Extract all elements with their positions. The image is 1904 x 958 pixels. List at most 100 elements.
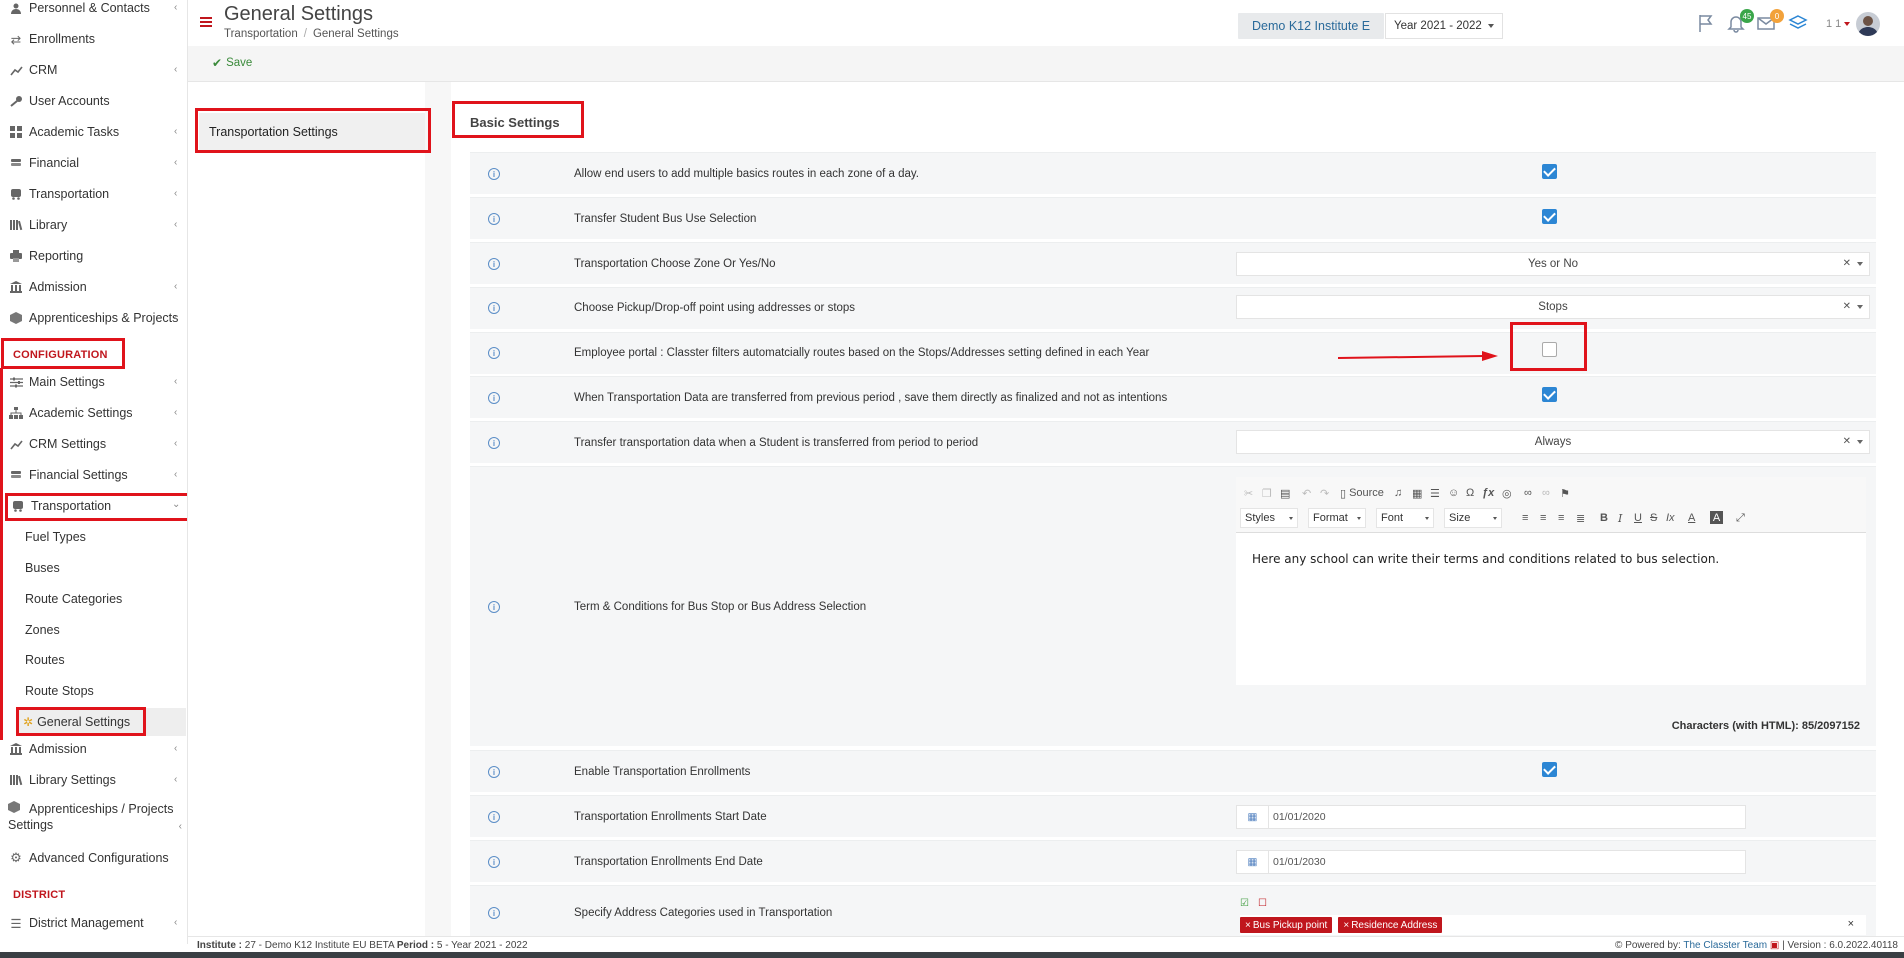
- sidebar-item-reporting[interactable]: Reporting: [0, 242, 187, 270]
- clear-icon[interactable]: ✕: [1843, 258, 1851, 269]
- sidebar-item-financial-settings[interactable]: Financial Settings ‹: [0, 461, 187, 489]
- sidebar-item-user-accounts[interactable]: User Accounts: [0, 87, 187, 115]
- align-right-icon[interactable]: ≡: [1558, 509, 1564, 527]
- checkbox-multiple-routes[interactable]: [1542, 164, 1557, 179]
- size-combo[interactable]: Size: [1444, 508, 1502, 528]
- bell-icon[interactable]: 45: [1726, 9, 1754, 35]
- address-categories-multiselect[interactable]: × Bus Pickup point × Residence Address ×: [1240, 915, 1866, 935]
- remove-format-icon[interactable]: Ix: [1666, 509, 1675, 527]
- sidebar-item-financial[interactable]: Financial ‹: [0, 149, 187, 177]
- undo-icon[interactable]: ↶: [1302, 484, 1311, 502]
- calendar-icon[interactable]: ▦: [1237, 806, 1269, 828]
- sidebar-item-transportation-settings[interactable]: Transportation ⌄: [0, 492, 187, 520]
- info-icon[interactable]: i: [488, 856, 500, 868]
- user-menu[interactable]: 1 1: [1826, 18, 1851, 30]
- sidebar-item-admission-settings[interactable]: Admission ‹: [0, 735, 187, 763]
- enrollments-end-date[interactable]: ▦ 01/01/2030: [1236, 850, 1746, 874]
- footer-powered-link[interactable]: The Classter Team: [1683, 940, 1767, 951]
- background-color-icon[interactable]: A: [1710, 511, 1723, 524]
- save-button[interactable]: ✔ Save: [212, 56, 252, 70]
- globe-icon[interactable]: ◎: [1502, 484, 1512, 502]
- info-icon[interactable]: i: [488, 347, 500, 359]
- info-icon[interactable]: i: [488, 601, 500, 613]
- format-combo[interactable]: Format: [1308, 508, 1366, 528]
- select-all-icon[interactable]: ☑: [1240, 898, 1249, 909]
- table-icon[interactable]: ▦: [1412, 484, 1422, 502]
- clear-icon[interactable]: ✕: [1843, 301, 1851, 312]
- sidebar-item-crm[interactable]: CRM ‹: [0, 56, 187, 84]
- strikethrough-icon[interactable]: S: [1650, 509, 1657, 527]
- formula-icon[interactable]: ƒx: [1482, 484, 1494, 502]
- sidebar-item-main-settings[interactable]: Main Settings ‹: [0, 368, 187, 396]
- unlink-icon[interactable]: ∞: [1542, 484, 1550, 502]
- maximize-icon[interactable]: ⤢: [1736, 509, 1745, 527]
- tag-bus-pickup-point[interactable]: × Bus Pickup point: [1240, 917, 1333, 933]
- sidebar-item-academic-settings[interactable]: Academic Settings ‹: [0, 399, 187, 427]
- text-color-icon[interactable]: A: [1688, 509, 1695, 527]
- bold-icon[interactable]: B: [1600, 509, 1608, 527]
- smiley-icon[interactable]: ☺: [1448, 484, 1459, 502]
- info-icon[interactable]: i: [488, 258, 500, 270]
- info-icon[interactable]: i: [488, 907, 500, 919]
- sidebar-item-apprenticeships-settings[interactable]: Apprenticeships / Projects Settings ‹: [0, 801, 187, 837]
- checkbox-save-as-finalized[interactable]: [1542, 387, 1557, 402]
- checkbox-enable-enrollments[interactable]: [1542, 762, 1557, 777]
- sidebar-item-personnel[interactable]: Personnel & Contacts ‹: [0, 0, 187, 22]
- styles-combo[interactable]: Styles: [1240, 508, 1298, 528]
- sidebar-item-advanced-configurations[interactable]: ⚙ Advanced Configurations: [0, 844, 187, 872]
- info-icon[interactable]: i: [488, 392, 500, 404]
- copy-icon[interactable]: ❐: [1262, 484, 1272, 502]
- checkbox-transfer-bus-use[interactable]: [1542, 209, 1557, 224]
- institute-button[interactable]: Demo K12 Institute E: [1238, 13, 1385, 39]
- zone-or-yes-no-select[interactable]: Yes or No ✕: [1236, 252, 1870, 276]
- sidebar-sub-fuel-types[interactable]: Fuel Types: [0, 523, 187, 551]
- sidebar-sub-general-settings[interactable]: ✲ General Settings: [18, 708, 186, 736]
- layers-icon[interactable]: [1788, 13, 1810, 35]
- info-icon[interactable]: i: [488, 168, 500, 180]
- enrollments-start-date[interactable]: ▦ 01/01/2020: [1236, 805, 1746, 829]
- sidebar-sub-route-categories[interactable]: Route Categories: [0, 585, 187, 613]
- paste-icon[interactable]: ▤: [1280, 484, 1290, 502]
- breadcrumb-item[interactable]: Transportation: [224, 28, 298, 40]
- calendar-icon[interactable]: ▦: [1237, 851, 1269, 873]
- transfer-data-select[interactable]: Always ✕: [1236, 430, 1870, 454]
- sidebar-item-apprenticeships[interactable]: Apprenticeships & Projects ‹: [0, 304, 187, 332]
- info-icon[interactable]: i: [488, 302, 500, 314]
- sidebar-item-library[interactable]: Library ‹: [0, 211, 187, 239]
- info-icon[interactable]: i: [488, 213, 500, 225]
- info-icon[interactable]: i: [488, 766, 500, 778]
- sidebar-item-library-settings[interactable]: Library Settings ‹: [0, 766, 187, 794]
- tab-transportation-settings[interactable]: Transportation Settings: [199, 113, 425, 151]
- sidebar-sub-routes[interactable]: Routes: [0, 646, 187, 674]
- clear-icon[interactable]: ✕: [1843, 436, 1851, 447]
- justify-icon[interactable]: ≣: [1576, 509, 1585, 527]
- align-left-icon[interactable]: ≡: [1522, 509, 1528, 527]
- checkbox-employee-portal-filter[interactable]: [1542, 342, 1557, 357]
- avatar[interactable]: [1856, 12, 1880, 36]
- remove-tag-icon[interactable]: ×: [1245, 920, 1251, 931]
- underline-icon[interactable]: U: [1634, 509, 1642, 527]
- sidebar-sub-buses[interactable]: Buses: [0, 554, 187, 582]
- info-icon[interactable]: i: [488, 811, 500, 823]
- redo-icon[interactable]: ↷: [1320, 484, 1329, 502]
- mail-icon[interactable]: 0: [1756, 9, 1784, 35]
- source-button[interactable]: ▯ Source: [1340, 484, 1384, 502]
- flag-icon[interactable]: [1696, 13, 1718, 35]
- pickup-point-select[interactable]: Stops ✕: [1236, 295, 1870, 319]
- horizontal-line-icon[interactable]: ☰: [1430, 484, 1440, 502]
- omega-icon[interactable]: Ω: [1466, 484, 1474, 502]
- tag-residence-address[interactable]: × Residence Address: [1338, 917, 1443, 933]
- cut-icon[interactable]: ✂: [1244, 484, 1253, 502]
- sidebar-item-enrollments[interactable]: ⇄ Enrollments: [0, 25, 187, 53]
- sidebar-item-transportation[interactable]: Transportation ‹: [0, 180, 187, 208]
- align-center-icon[interactable]: ≡: [1540, 509, 1546, 527]
- sidebar-item-crm-settings[interactable]: CRM Settings ‹: [0, 430, 187, 458]
- link-icon[interactable]: ∞: [1524, 484, 1532, 502]
- italic-icon[interactable]: I: [1618, 509, 1622, 527]
- sidebar-item-academic-tasks[interactable]: Academic Tasks ‹: [0, 118, 187, 146]
- hamburger-icon[interactable]: [200, 17, 212, 27]
- deselect-all-icon[interactable]: ☐: [1258, 898, 1267, 909]
- editor-content[interactable]: Here any school can write their terms an…: [1252, 552, 1719, 566]
- remove-tag-icon[interactable]: ×: [1343, 920, 1349, 931]
- info-icon[interactable]: i: [488, 437, 500, 449]
